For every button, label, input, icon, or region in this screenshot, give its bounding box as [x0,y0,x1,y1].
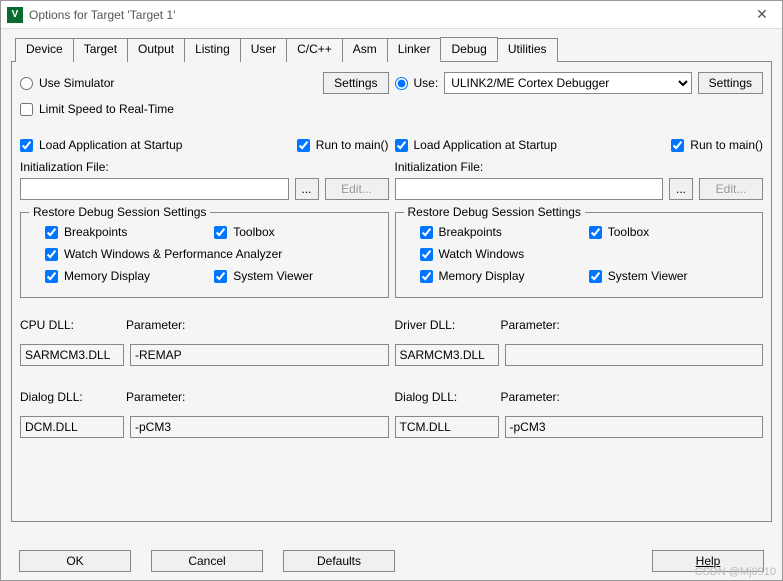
tab-listing[interactable]: Listing [184,38,241,62]
sim-restore-group: Restore Debug Session Settings Breakpoin… [20,212,389,298]
limit-speed-checkbox[interactable]: Limit Speed to Real-Time [20,102,174,116]
sim-restore-legend: Restore Debug Session Settings [29,205,210,219]
hw-init-edit-button[interactable]: Edit... [699,178,763,200]
sim-dialog-param-field[interactable]: -pCM3 [130,416,389,438]
tab-linker[interactable]: Linker [387,38,442,62]
tab-output[interactable]: Output [127,38,185,62]
sim-dialog-dll-field[interactable]: DCM.DLL [20,416,124,438]
hw-dialog-dll-field[interactable]: TCM.DLL [395,416,499,438]
hw-dialog-dll-label: Dialog DLL: [395,390,495,404]
sim-dialog-param-label: Parameter: [126,390,185,404]
hw-load-app-checkbox[interactable]: Load Application at Startup [395,138,557,152]
tab-device[interactable]: Device [15,38,74,62]
debugger-select[interactable]: ULINK2/ME Cortex Debugger [444,72,691,94]
driver-dll-label: Driver DLL: [395,318,495,332]
hw-restore-group: Restore Debug Session Settings Breakpoin… [395,212,764,298]
cancel-button[interactable]: Cancel [151,550,263,572]
tab-ccpp[interactable]: C/C++ [286,38,343,62]
window-title: Options for Target 'Target 1' [29,8,748,22]
sim-breakpoints-checkbox[interactable]: Breakpoints [45,225,208,239]
hw-dialog-param-label: Parameter: [501,390,560,404]
hw-restore-legend: Restore Debug Session Settings [404,205,585,219]
hw-run-to-main-checkbox[interactable]: Run to main() [671,138,763,152]
driver-dll-field[interactable]: SARMCM3.DLL [395,344,499,366]
driver-param-label: Parameter: [501,318,560,332]
hardware-panel: Use: ULINK2/ME Cortex Debugger Settings … [395,72,764,513]
cpu-param-label: Parameter: [126,318,185,332]
sim-dialog-dll-label: Dialog DLL: [20,390,120,404]
simulator-panel: Use Simulator Settings Limit Speed to Re… [20,72,389,513]
hw-init-browse-button[interactable]: ... [669,178,693,200]
cpu-dll-label: CPU DLL: [20,318,120,332]
sim-init-file-input[interactable] [20,178,289,200]
simulator-settings-button[interactable]: Settings [323,72,388,94]
sim-watch-checkbox[interactable]: Watch Windows & Performance Analyzer [45,247,282,261]
use-simulator-radio[interactable]: Use Simulator [20,76,114,90]
sim-load-app-checkbox[interactable]: Load Application at Startup [20,138,182,152]
options-window: V Options for Target 'Target 1' ✕ Device… [0,0,783,581]
sim-memory-checkbox[interactable]: Memory Display [45,269,208,283]
client-area: Device Target Output Listing User C/C++ … [1,29,782,530]
hw-watch-checkbox[interactable]: Watch Windows [420,247,525,261]
hw-init-file-label: Initialization File: [395,160,764,174]
tab-debug[interactable]: Debug [440,37,497,61]
close-icon[interactable]: ✕ [748,6,776,23]
cpu-dll-field[interactable]: SARMCM3.DLL [20,344,124,366]
sim-init-edit-button[interactable]: Edit... [325,178,389,200]
use-hardware-radio[interactable]: Use: [395,76,439,90]
hardware-settings-button[interactable]: Settings [698,72,763,94]
ok-button[interactable]: OK [19,550,131,572]
tab-utilities[interactable]: Utilities [497,38,558,62]
sim-system-viewer-checkbox[interactable]: System Viewer [214,269,377,283]
tab-target[interactable]: Target [73,38,128,62]
sim-toolbox-checkbox[interactable]: Toolbox [214,225,377,239]
debug-pane: Use Simulator Settings Limit Speed to Re… [11,62,772,522]
hw-system-viewer-checkbox[interactable]: System Viewer [589,269,752,283]
sim-run-to-main-checkbox[interactable]: Run to main() [297,138,389,152]
hw-breakpoints-checkbox[interactable]: Breakpoints [420,225,583,239]
hw-memory-checkbox[interactable]: Memory Display [420,269,583,283]
watermark: CSDN @Mj0910 [695,566,776,578]
tab-user[interactable]: User [240,38,287,62]
app-icon: V [7,7,23,23]
sim-init-browse-button[interactable]: ... [295,178,319,200]
cpu-param-field[interactable]: -REMAP [130,344,389,366]
tabstrip: Device Target Output Listing User C/C++ … [11,37,772,62]
driver-param-field[interactable] [505,344,764,366]
hw-toolbox-checkbox[interactable]: Toolbox [589,225,752,239]
defaults-button[interactable]: Defaults [283,550,395,572]
sim-init-file-label: Initialization File: [20,160,389,174]
titlebar: V Options for Target 'Target 1' ✕ [1,1,782,29]
footer: OK Cancel Defaults Help [1,550,782,572]
hw-init-file-input[interactable] [395,178,664,200]
tab-asm[interactable]: Asm [342,38,388,62]
hw-dialog-param-field[interactable]: -pCM3 [505,416,764,438]
